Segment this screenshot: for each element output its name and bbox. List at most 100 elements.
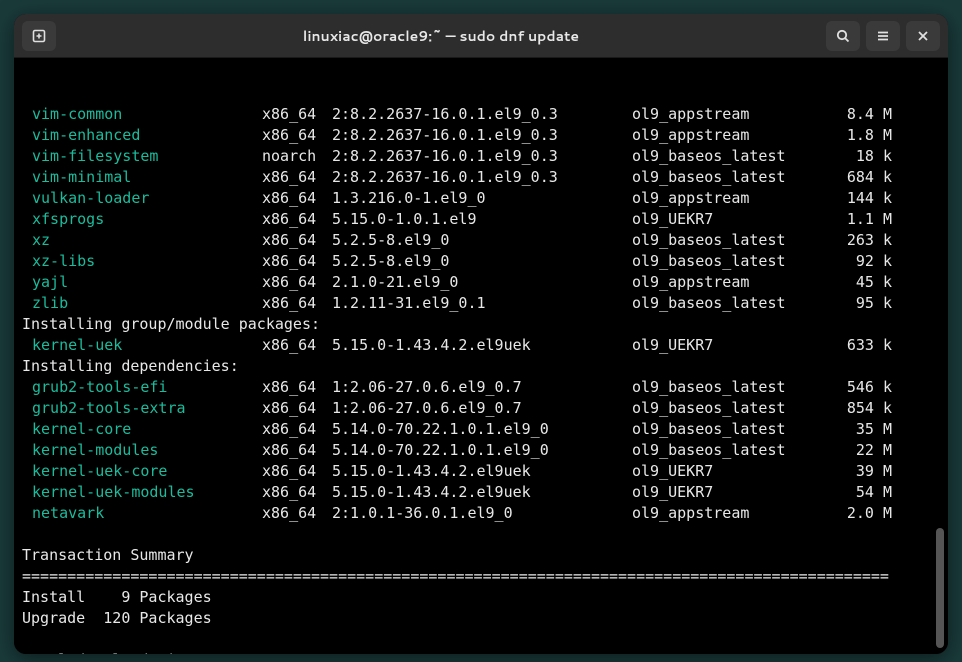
package-arch: x86_64 [262, 104, 332, 125]
package-arch: x86_64 [262, 209, 332, 230]
package-repo: ol9_UEKR7 [632, 461, 822, 482]
close-icon [916, 29, 930, 43]
package-size: 1.1 M [822, 209, 892, 230]
package-size: 2.0 M [822, 503, 892, 524]
package-version: 1.2.11-31.el9_0.1 [332, 293, 632, 314]
package-arch: x86_64 [262, 461, 332, 482]
package-arch: x86_64 [262, 440, 332, 461]
package-arch: x86_64 [262, 188, 332, 209]
package-row: grub2-tools-extrax86_641:2.06-27.0.6.el9… [22, 398, 940, 419]
package-size: 92 k [822, 251, 892, 272]
package-version: 1.3.216.0-1.el9_0 [332, 188, 632, 209]
package-row: vim-minimalx86_642:8.2.2637-16.0.1.el9_0… [22, 167, 940, 188]
package-repo: ol9_baseos_latest [632, 419, 822, 440]
blank-line [22, 629, 940, 650]
package-name: kernel-modules [22, 440, 262, 461]
package-row: zlibx86_641.2.11-31.el9_0.1ol9_baseos_la… [22, 293, 940, 314]
package-version: 2:8.2.2637-16.0.1.el9_0.3 [332, 146, 632, 167]
package-arch: x86_64 [262, 377, 332, 398]
package-arch: x86_64 [262, 230, 332, 251]
package-repo: ol9_baseos_latest [632, 146, 822, 167]
package-size: 95 k [822, 293, 892, 314]
package-size: 39 M [822, 461, 892, 482]
transaction-summary-header: Transaction Summary [22, 545, 940, 566]
package-repo: ol9_appstream [632, 104, 822, 125]
package-arch: x86_64 [262, 272, 332, 293]
package-row: xzx86_645.2.5-8.el9_0ol9_baseos_latest26… [22, 230, 940, 251]
blank-line [22, 524, 940, 545]
package-version: 5.15.0-1.43.4.2.el9uek [332, 482, 632, 503]
new-tab-button[interactable] [22, 21, 56, 51]
terminal-output[interactable]: vim-commonx86_642:8.2.2637-16.0.1.el9_0.… [14, 58, 948, 654]
menu-button[interactable] [866, 21, 900, 51]
package-name: grub2-tools-efi [22, 377, 262, 398]
package-arch: x86_64 [262, 482, 332, 503]
section-header-deps: Installing dependencies: [22, 356, 940, 377]
package-row: vim-enhancedx86_642:8.2.2637-16.0.1.el9_… [22, 125, 940, 146]
package-name: zlib [22, 293, 262, 314]
package-name: xz-libs [22, 251, 262, 272]
package-name: grub2-tools-extra [22, 398, 262, 419]
package-arch: x86_64 [262, 398, 332, 419]
package-repo: ol9_appstream [632, 272, 822, 293]
package-row: kernel-uekx86_645.15.0-1.43.4.2.el9uekol… [22, 335, 940, 356]
package-size: 35 M [822, 419, 892, 440]
package-name: netavark [22, 503, 262, 524]
package-arch: noarch [262, 146, 332, 167]
package-repo: ol9_baseos_latest [632, 230, 822, 251]
package-repo: ol9_appstream [632, 125, 822, 146]
package-size: 633 k [822, 335, 892, 356]
package-row: vulkan-loaderx86_641.3.216.0-1.el9_0ol9_… [22, 188, 940, 209]
package-size: 54 M [822, 482, 892, 503]
search-icon [835, 28, 851, 44]
package-row: kernel-modulesx86_645.14.0-70.22.1.0.1.e… [22, 440, 940, 461]
package-arch: x86_64 [262, 419, 332, 440]
package-arch: x86_64 [262, 167, 332, 188]
package-row: xz-libsx86_645.2.5-8.el9_0ol9_baseos_lat… [22, 251, 940, 272]
package-arch: x86_64 [262, 251, 332, 272]
scrollbar-thumb[interactable] [936, 528, 944, 648]
package-repo: ol9_UEKR7 [632, 335, 822, 356]
package-row: kernel-corex86_645.14.0-70.22.1.0.1.el9_… [22, 419, 940, 440]
close-button[interactable] [906, 21, 940, 51]
package-row: xfsprogsx86_645.15.0-1.0.1.el9ol9_UEKR71… [22, 209, 940, 230]
package-row: grub2-tools-efix86_641:2.06-27.0.6.el9_0… [22, 377, 940, 398]
package-name: kernel-uek-core [22, 461, 262, 482]
package-repo: ol9_appstream [632, 503, 822, 524]
package-name: yajl [22, 272, 262, 293]
window-title: linuxiac@oracle9:~ — sudo dnf update [62, 26, 820, 46]
search-button[interactable] [826, 21, 860, 51]
package-version: 5.15.0-1.0.1.el9 [332, 209, 632, 230]
package-repo: ol9_UEKR7 [632, 209, 822, 230]
package-name: vim-minimal [22, 167, 262, 188]
package-size: 263 k [822, 230, 892, 251]
package-version: 5.15.0-1.43.4.2.el9uek [332, 335, 632, 356]
section-header-group: Installing group/module packages: [22, 314, 940, 335]
package-name: kernel-core [22, 419, 262, 440]
package-size: 854 k [822, 398, 892, 419]
package-arch: x86_64 [262, 335, 332, 356]
package-version: 2:8.2.2637-16.0.1.el9_0.3 [332, 104, 632, 125]
package-name: kernel-uek [22, 335, 262, 356]
package-row: vim-commonx86_642:8.2.2637-16.0.1.el9_0.… [22, 104, 940, 125]
package-version: 5.14.0-70.22.1.0.1.el9_0 [332, 419, 632, 440]
package-name: vulkan-loader [22, 188, 262, 209]
package-repo: ol9_baseos_latest [632, 251, 822, 272]
scrollbar[interactable] [936, 104, 946, 648]
package-repo: ol9_baseos_latest [632, 398, 822, 419]
package-arch: x86_64 [262, 125, 332, 146]
package-version: 5.2.5-8.el9_0 [332, 230, 632, 251]
package-version: 2:8.2.2637-16.0.1.el9_0.3 [332, 125, 632, 146]
package-repo: ol9_UEKR7 [632, 482, 822, 503]
package-version: 1:2.06-27.0.6.el9_0.7 [332, 377, 632, 398]
package-size: 684 k [822, 167, 892, 188]
divider: ========================================… [22, 566, 940, 587]
package-version: 5.14.0-70.22.1.0.1.el9_0 [332, 440, 632, 461]
package-name: vim-common [22, 104, 262, 125]
package-size: 22 M [822, 440, 892, 461]
package-version: 2.1.0-21.el9_0 [332, 272, 632, 293]
package-size: 45 k [822, 272, 892, 293]
package-name: xfsprogs [22, 209, 262, 230]
package-size: 1.8 M [822, 125, 892, 146]
package-row: netavarkx86_642:1.0.1-36.0.1.el9_0ol9_ap… [22, 503, 940, 524]
